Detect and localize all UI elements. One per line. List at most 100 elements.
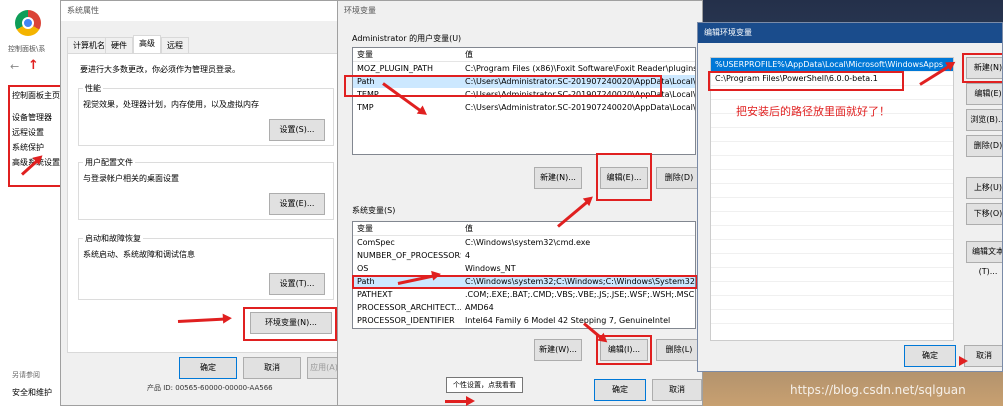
move-up-button[interactable]: 上移(U) — [966, 177, 1002, 199]
path-entry-empty[interactable] — [711, 156, 953, 170]
system-properties-title: 系统属性 — [61, 1, 344, 21]
path-entry-empty[interactable] — [711, 184, 953, 198]
path-entry-empty[interactable] — [711, 86, 953, 100]
edit-env-variable-dialog: 编辑环境变量 %USERPROFILE%\AppData\Local\Micro… — [697, 22, 1003, 372]
profile-settings-button[interactable]: 设置(E)... — [269, 193, 325, 215]
user-vars-section: Administrator 的用户变量(U) — [352, 34, 462, 43]
system-var-name: ComSpec — [357, 238, 395, 247]
startup-desc: 系统启动、系统故障和调试信息 — [83, 250, 195, 259]
nav-home[interactable]: 控制面板主页 — [12, 90, 60, 101]
user-var-value: C:\Users\Administrator.SC-201907240020\A… — [465, 90, 696, 99]
system-var-row[interactable]: NUMBER_OF_PROCESSORS 4 — [353, 249, 695, 262]
edit-text-button[interactable]: 编辑文本(T)... — [966, 241, 1002, 276]
user-var-value: C:\Users\Administrator.SC-201907240020\A… — [465, 77, 696, 86]
profile-desc: 与登录帐户相关的桌面设置 — [83, 174, 179, 183]
performance-settings-button[interactable]: 设置(S)... — [269, 119, 325, 141]
product-id: 产品 ID: 00565-60000-00000-AA566 — [147, 384, 273, 392]
see-also-label: 另请参阅 — [12, 371, 40, 379]
startup-title: 启动和故障恢复 — [83, 233, 143, 244]
edit-new-button[interactable]: 新建(N) — [966, 57, 1002, 79]
startup-settings-button[interactable]: 设置(T)... — [269, 273, 325, 295]
user-var-row[interactable]: TMP C:\Users\Administrator.SC-2019072400… — [353, 101, 695, 114]
user-col-val[interactable]: 值 — [465, 48, 695, 61]
performance-title: 性能 — [83, 83, 103, 94]
user-var-name: TEMP — [357, 90, 379, 99]
edit-cancel-button[interactable]: 取消 — [964, 345, 1002, 367]
sysprops-cancel-button[interactable]: 取消 — [243, 357, 301, 379]
user-var-name: Path — [357, 77, 375, 86]
user-vars-header: 变量 值 — [353, 48, 695, 62]
path-entry-empty[interactable] — [711, 226, 953, 240]
system-var-row[interactable]: PATHEXT .COM;.EXE;.BAT;.CMD;.VBS;.VBE;.J… — [353, 288, 695, 301]
sysprops-apply-button[interactable]: 应用(A) — [307, 357, 341, 379]
user-delete-button[interactable]: 删除(D) — [656, 167, 702, 189]
path-entry[interactable]: %USERPROFILE%\AppData\Local\Microsoft\Wi… — [711, 58, 953, 72]
system-col-var[interactable]: 变量 — [357, 222, 457, 235]
system-var-name: PROCESSOR_ARCHITECT... — [357, 303, 461, 312]
path-entry-empty[interactable] — [711, 254, 953, 268]
environment-variables-button[interactable]: 环境变量(N)... — [250, 312, 332, 334]
system-var-row[interactable]: OS Windows_NT — [353, 262, 695, 275]
performance-desc: 视觉效果，处理器计划，内存使用，以及虚拟内存 — [83, 100, 259, 109]
system-vars-list[interactable]: 变量 值 ComSpec C:\Windows\system32\cmd.exe… — [352, 221, 696, 329]
path-entries-list[interactable]: %USERPROFILE%\AppData\Local\Microsoft\Wi… — [710, 57, 954, 341]
path-entry-empty[interactable] — [711, 268, 953, 282]
system-var-value: .COM;.EXE;.BAT;.CMD;.VBS;.VBE;.JS;.JSE;.… — [465, 290, 695, 299]
chrome-icon[interactable] — [15, 10, 41, 36]
breadcrumb[interactable]: 控制面板\系 — [8, 44, 45, 54]
user-var-row-path[interactable]: Path C:\Users\Administrator.SC-201907240… — [353, 75, 695, 88]
user-edit-button[interactable]: 编辑(E)... — [600, 167, 648, 189]
edit-ok-button[interactable]: 确定 — [904, 345, 956, 367]
user-var-value: C:\Users\Administrator.SC-201907240020\A… — [465, 103, 696, 112]
env-cancel-button[interactable]: 取消 — [652, 379, 702, 401]
user-var-name: MOZ_PLUGIN_PATH — [357, 64, 434, 73]
path-entry-empty[interactable] — [711, 212, 953, 226]
system-var-name: NUMBER_OF_PROCESSORS — [357, 251, 461, 260]
nav-device-manager[interactable]: 设备管理器 — [12, 112, 52, 123]
edit-browse-button[interactable]: 浏览(B)... — [966, 109, 1002, 131]
control-panel-window: 控制面板\系 ← ↑ 控制面板主页 设备管理器 远程设置 系统保护 高级系统设置… — [0, 0, 62, 406]
sysprops-ok-button[interactable]: 确定 — [179, 357, 237, 379]
tab-strip: 计算机名 硬件 高级 远程 — [67, 35, 337, 53]
path-entry-empty[interactable] — [711, 240, 953, 254]
advanced-panel: 要进行大多数更改，你必须作为管理员登录。 性能 视觉效果，处理器计划，内存使用，… — [67, 53, 342, 353]
system-delete-button[interactable]: 删除(L) — [656, 339, 702, 361]
user-var-row[interactable]: MOZ_PLUGIN_PATH C:\Program Files (x86)\F… — [353, 62, 695, 75]
security-link[interactable]: 安全和维护 — [12, 387, 52, 398]
annotation-text: 把安装后的路径放里面就好了！ — [736, 105, 890, 118]
path-entry-empty[interactable] — [711, 282, 953, 296]
system-var-row[interactable]: ComSpec C:\Windows\system32\cmd.exe — [353, 236, 695, 249]
system-var-value: Windows_NT — [465, 264, 516, 273]
nav-remote[interactable]: 远程设置 — [12, 127, 44, 138]
up-icon[interactable]: ↑ — [28, 58, 39, 73]
user-col-var[interactable]: 变量 — [357, 48, 457, 61]
back-icon[interactable]: ← — [10, 60, 19, 73]
system-properties-dialog: 系统属性 计算机名 硬件 高级 远程 要进行大多数更改，你必须作为管理员登录。 … — [60, 0, 345, 406]
edit-edit-button[interactable]: 编辑(E) — [966, 83, 1002, 105]
user-new-button[interactable]: 新建(N)... — [534, 167, 582, 189]
tab-advanced[interactable]: 高级 — [133, 35, 161, 53]
environment-variables-dialog: 环境变量 Administrator 的用户变量(U) 变量 值 MOZ_PLU… — [337, 0, 703, 406]
tab-remote[interactable]: 远程 — [161, 37, 189, 53]
path-entry-empty[interactable] — [711, 296, 953, 310]
edit-delete-button[interactable]: 删除(D) — [966, 135, 1002, 157]
system-new-button[interactable]: 新建(W)... — [534, 339, 582, 361]
system-var-name: OS — [357, 264, 369, 273]
path-entry-empty[interactable] — [711, 310, 953, 324]
path-entry-empty[interactable] — [711, 198, 953, 212]
path-entry-powershell[interactable]: C:\Program Files\PowerShell\6.0.0-beta.1 — [711, 72, 953, 86]
system-var-row[interactable]: PROCESSOR_ARCHITECT... AMD64 — [353, 301, 695, 314]
env-ok-button[interactable]: 确定 — [594, 379, 646, 401]
path-entry-empty[interactable] — [711, 128, 953, 142]
profile-title: 用户配置文件 — [83, 157, 135, 168]
system-col-val[interactable]: 值 — [465, 222, 695, 235]
tab-hardware[interactable]: 硬件 — [105, 37, 133, 53]
path-entry-empty[interactable] — [711, 142, 953, 156]
path-entry-text: C:\Program Files\PowerShell\6.0.0-beta.1 — [715, 74, 878, 83]
profile-group: 用户配置文件 与登录帐户相关的桌面设置 设置(E)... — [78, 157, 334, 220]
admin-note: 要进行大多数更改，你必须作为管理员登录。 — [80, 65, 240, 74]
system-var-name: PROCESSOR_IDENTIFIER — [357, 316, 455, 325]
path-entry-empty[interactable] — [711, 170, 953, 184]
system-var-row[interactable]: PROCESSOR_IDENTIFIER Intel64 Family 6 Mo… — [353, 314, 695, 327]
move-down-button[interactable]: 下移(O) — [966, 203, 1002, 225]
